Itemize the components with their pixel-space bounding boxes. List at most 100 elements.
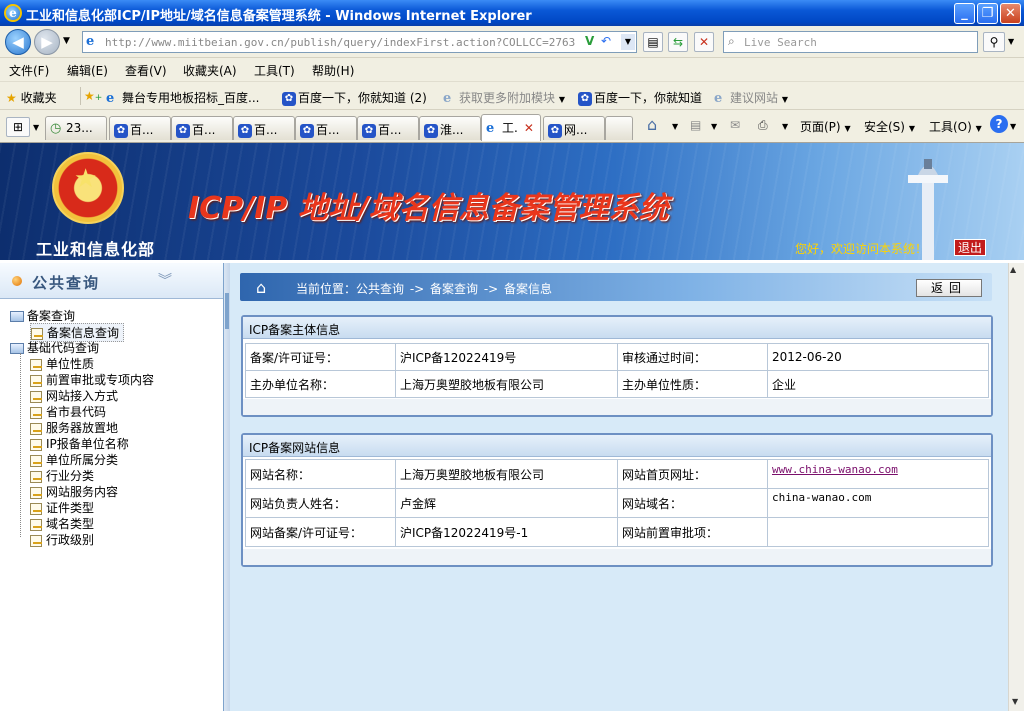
mail-icon[interactable]: ✉ [730,118,740,132]
tree-item-access-method[interactable]: 网站接入方式 [30,387,118,404]
close-tab-icon[interactable]: ✕ [524,121,534,135]
baidu-paw-icon: ✿ [362,123,376,138]
tools-menu[interactable]: 工具(O) ▼ [929,118,982,135]
tree-group-record-query[interactable]: 备案查询 [10,307,75,324]
menu-favorites[interactable]: 收藏夹(A) [183,62,237,79]
live-search-input[interactable]: ⌕ Live Search [723,31,978,53]
scroll-up-icon[interactable]: ▲ [1010,265,1016,274]
restore-button[interactable]: ❐ [977,3,998,24]
menu-tools[interactable]: 工具(T) [254,62,295,79]
sidebar-header[interactable]: 公共查询 ︾ [0,263,223,299]
homepage-url-link[interactable]: www.china-wanao.com [772,463,898,476]
back-button[interactable]: 返回 [916,279,982,297]
fav-item-3[interactable]: ✿ 百度一下，你就知道 [578,89,702,106]
splitter-grip[interactable] [225,293,229,329]
menu-help[interactable]: 帮助(H) [312,62,354,79]
tab-5[interactable]: ✿ 百... [357,116,419,140]
favorites-bar: ★ 收藏夹 ★+ e 舞台专用地板招标_百度... ✿ 百度一下，你就知道 (2) … [0,82,1024,110]
tree-item-pre-approval[interactable]: 前置审批或专项内容 [30,371,154,388]
new-tab-button[interactable] [605,116,633,140]
window-title: 工业和信息化部ICP/IP地址/域名信息备案管理系统 - Windows Int… [26,9,532,24]
rss-feed-icon[interactable]: ▤ [643,32,663,52]
print-icon[interactable]: ⎙ [758,118,768,133]
safety-menu[interactable]: 安全(S) ▼ [864,118,915,135]
baidu-paw-icon: ✿ [238,123,252,138]
tab-label: 23... [66,121,93,135]
page-scrollbar[interactable]: ▲ ▼ [1008,263,1024,711]
tab-1[interactable]: ✿ 百... [109,116,171,140]
tree-item-label: 前置审批或专项内容 [46,373,155,387]
tree-item-ip-unit-name[interactable]: IP报备单位名称 [30,435,129,452]
forward-arrow-icon[interactable]: ▶ [34,29,60,55]
tree-item-unit-nature[interactable]: 单位性质 [30,355,94,372]
menu-file[interactable]: 文件(F) [9,62,49,79]
ie-page-icon: e [714,90,723,106]
back-arrow-icon[interactable]: ◀ [5,29,31,55]
tree-item-service-content[interactable]: 网站服务内容 [30,483,118,500]
collapse-chevron-icon[interactable]: ︾ [158,270,172,290]
stop-icon[interactable]: ✕ [694,32,714,52]
document-icon [30,518,42,531]
tree-item-unit-category[interactable]: 单位所属分类 [30,451,118,468]
feeds-icon[interactable]: ▤ [690,118,701,132]
table-row: 主办单位名称： 上海万奥塑胶地板有限公司 主办单位性质： 企业 [245,370,989,398]
favorites-label: 收藏夹 [20,91,57,105]
tab-list-dropdown-icon[interactable]: ▼ [33,123,39,132]
refresh-arrow-icon[interactable]: ↶ [601,34,611,48]
help-icon[interactable]: ? [990,115,1008,133]
scroll-down-icon[interactable]: ▼ [1012,697,1018,706]
compat-view-icon[interactable]: V [585,34,594,48]
field-value: 沪ICP备12022419号-1 [395,517,618,547]
tree-item-region-code[interactable]: 省市县代码 [30,403,106,420]
print-dropdown-icon[interactable]: ▼ [782,122,788,131]
search-go-icon[interactable]: ⚲ [983,32,1005,52]
tree-item-server-location[interactable]: 服务器放置地 [30,419,118,436]
favorites-button[interactable]: ★ 收藏夹 [6,89,57,106]
system-title: ICP/IP 地址/域名信息备案管理系统 [188,183,669,227]
tab-3[interactable]: ✿ 百... [233,116,295,140]
fav-item-0[interactable]: e 舞台专用地板招标_百度... [106,89,259,106]
tree-item-admin-level[interactable]: 行政级别 [30,531,94,548]
address-input[interactable]: e http://www.miitbeian.gov.cn/publish/qu… [82,31,637,53]
tab-0[interactable]: ◷ 23... [45,116,107,140]
field-value [767,517,989,547]
tree-item-label: 省市县代码 [46,405,107,419]
tab-4[interactable]: ✿ 百... [295,116,357,140]
field-value: 卢金辉 [395,488,618,518]
logout-button[interactable]: 退出 [954,239,986,256]
history-dropdown-icon[interactable]: ▼ [63,36,70,46]
home-dropdown-icon[interactable]: ▼ [672,122,678,131]
tab-7-active[interactable]: e 工. ✕ [481,114,541,141]
tree-item-industry[interactable]: 行业分类 [30,467,94,484]
home-icon[interactable]: ⌂ [647,115,657,134]
tree-item-id-type[interactable]: 证件类型 [30,499,94,516]
tree-item-label: 网站接入方式 [46,389,119,403]
tree-group-base-code-query[interactable]: 基础代码查询 [10,339,99,356]
star-icon: ★ [6,91,17,105]
tab-2[interactable]: ✿ 百... [171,116,233,140]
add-favorite-icon[interactable]: ★+ [84,89,102,103]
fav-item-4[interactable]: e 建议网站 ▼ [714,89,788,106]
help-dropdown-icon[interactable]: ▼ [1010,122,1016,131]
address-dropdown-icon[interactable]: ▼ [621,34,635,50]
quick-tabs-icon[interactable]: ⊞ [6,117,30,137]
fav-item-1[interactable]: ✿ 百度一下，你就知道 (2) [282,89,427,106]
minimize-button[interactable]: _ [954,3,975,24]
ie-page-icon: e [486,120,495,136]
field-label: 网站负责人姓名： [245,488,396,518]
close-button[interactable]: ✕ [1000,3,1021,24]
menu-edit[interactable]: 编辑(E) [67,62,108,79]
field-value: china-wanao.com [767,488,989,518]
page-menu[interactable]: 页面(P) ▼ [800,118,851,135]
menu-view[interactable]: 查看(V) [125,62,167,79]
tab-8[interactable]: ✿ 网... [543,116,605,140]
tree-item-domain-type[interactable]: 域名类型 [30,515,94,532]
national-emblem-icon: ★ [52,152,124,224]
tab-6[interactable]: ✿ 淮... [419,116,481,140]
feeds-dropdown-icon[interactable]: ▼ [711,122,717,131]
fav-item-2[interactable]: e 获取更多附加模块 ▼ [443,89,565,106]
table-row: 网站负责人姓名： 卢金辉 网站域名： china-wanao.com [245,488,989,518]
search-options-icon[interactable]: ▼ [1008,37,1014,46]
refresh-icon[interactable]: ⇆ [668,32,688,52]
document-icon [30,486,42,499]
